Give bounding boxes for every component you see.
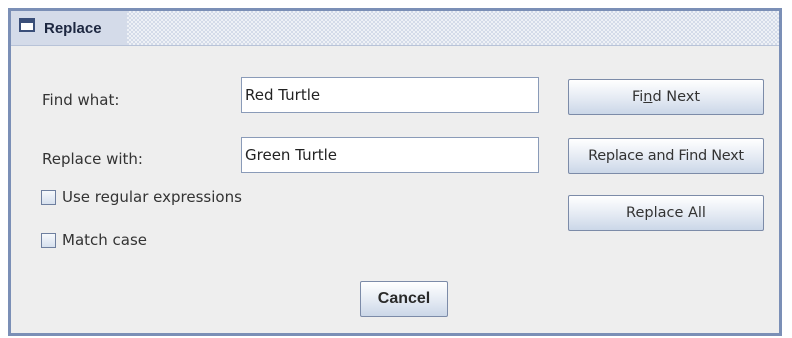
replace-with-label: Replace with: xyxy=(42,150,143,168)
replace-and-find-next-button[interactable]: Replace and Find Next xyxy=(568,138,764,174)
find-next-button[interactable]: Find Next xyxy=(568,79,764,115)
replace-all-button[interactable]: Replace All xyxy=(568,195,764,231)
window-title: Replace xyxy=(44,20,102,37)
match-case-checkbox[interactable] xyxy=(41,232,56,248)
use-regex-option[interactable]: Use regular expressions xyxy=(41,187,242,207)
find-next-label-start: Fi xyxy=(631,89,644,105)
use-regex-checkbox[interactable] xyxy=(41,189,56,205)
title-group: Replace xyxy=(11,11,127,45)
use-regex-label: Use regular expressions xyxy=(62,188,242,206)
replace-dialog: Replace Find what: Replace with: Use reg… xyxy=(8,8,782,336)
cancel-button[interactable]: Cancel xyxy=(360,281,448,317)
replace-with-input[interactable] xyxy=(241,137,539,173)
find-what-label: Find what: xyxy=(42,91,120,109)
window-icon xyxy=(19,18,35,32)
find-next-label-end: d Next xyxy=(652,89,701,105)
title-bar[interactable]: Replace xyxy=(11,11,779,46)
match-case-option[interactable]: Match case xyxy=(41,230,147,250)
find-what-input[interactable] xyxy=(241,77,539,113)
match-case-label: Match case xyxy=(62,231,148,249)
